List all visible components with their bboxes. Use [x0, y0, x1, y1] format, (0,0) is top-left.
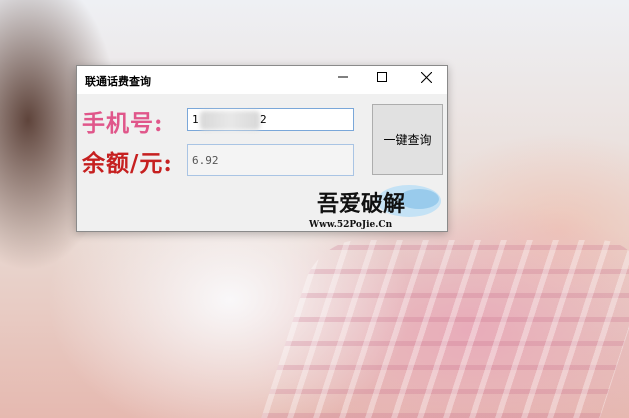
query-button-label: 一键查询: [383, 133, 432, 147]
title-bar[interactable]: 联通话费查询: [77, 66, 447, 94]
app-window: 联通话费查询 手机号: 1 2 余额/元: 6.92 一键查询 吾爱破解 Www…: [76, 65, 448, 232]
logo-title-text: 吾爱破解: [317, 191, 405, 217]
wallpaper-plaid-pattern: [261, 240, 629, 418]
phone-input[interactable]: 1 2: [187, 108, 354, 131]
phone-redaction: [200, 111, 260, 130]
close-icon: [420, 71, 432, 83]
balance-output[interactable]: 6.92: [187, 144, 354, 176]
logo-url-text: Www.52PoJie.Cn: [308, 220, 393, 230]
maximize-icon: [377, 72, 387, 82]
phone-label: 手机号:: [82, 110, 164, 137]
one-click-query-button[interactable]: 一键查询: [372, 104, 443, 175]
phone-value-start: 1: [192, 113, 199, 126]
52pojie-logo: 吾爱破解 Www.52PoJie.Cn: [308, 185, 441, 230]
minimize-button[interactable]: [324, 66, 362, 88]
maximize-button[interactable]: [363, 66, 401, 88]
window-title: 联通话费查询: [85, 75, 151, 88]
balance-label: 余额/元:: [82, 150, 173, 177]
phone-value-end: 2: [260, 113, 267, 126]
minimize-icon: [338, 76, 348, 78]
balance-value: 6.92: [192, 153, 219, 167]
close-button[interactable]: [407, 66, 445, 88]
